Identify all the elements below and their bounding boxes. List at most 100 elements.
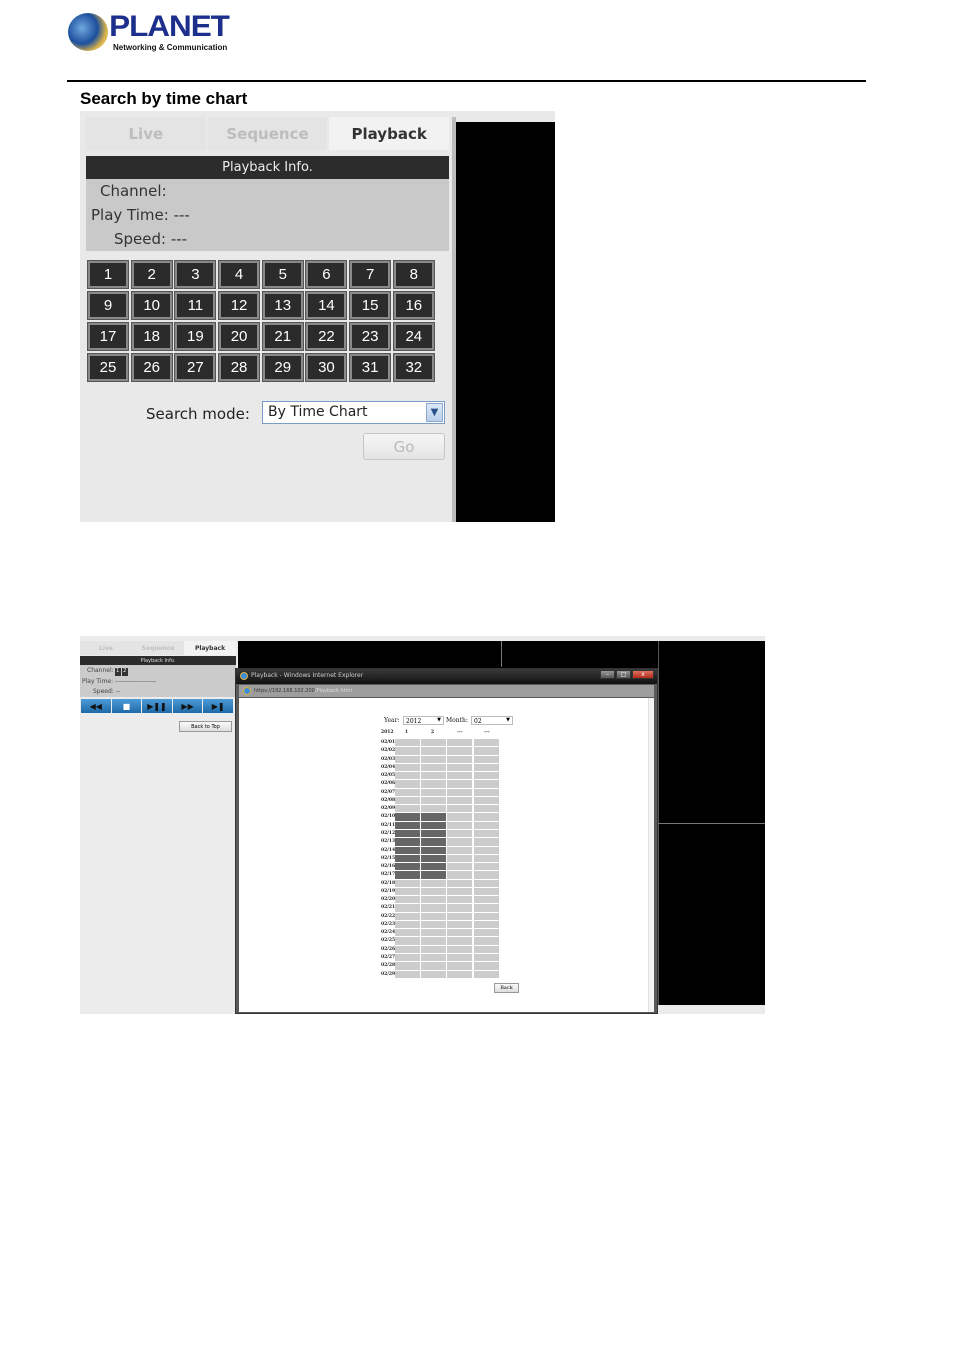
back-button[interactable]: Back xyxy=(494,983,519,993)
empty-cell[interactable] xyxy=(447,838,472,846)
empty-cell[interactable] xyxy=(447,763,472,772)
empty-cell[interactable] xyxy=(395,772,420,780)
empty-cell[interactable] xyxy=(395,805,420,813)
empty-cell[interactable] xyxy=(447,871,472,879)
empty-cell[interactable] xyxy=(421,796,446,805)
empty-cell[interactable] xyxy=(447,863,472,871)
channel-button[interactable]: 24 xyxy=(392,322,435,351)
empty-cell[interactable] xyxy=(474,805,499,813)
empty-cell[interactable] xyxy=(474,954,499,962)
empty-cell[interactable] xyxy=(474,937,499,945)
empty-cell[interactable] xyxy=(474,755,499,763)
empty-cell[interactable] xyxy=(421,788,446,796)
empty-cell[interactable] xyxy=(447,821,472,829)
empty-cell[interactable] xyxy=(474,920,499,929)
fast-forward-icon[interactable]: ▶▶ xyxy=(172,699,203,713)
empty-cell[interactable] xyxy=(474,747,499,755)
channel-button[interactable]: 17 xyxy=(87,322,129,351)
recorded-cell[interactable] xyxy=(421,871,446,879)
empty-cell[interactable] xyxy=(421,962,446,970)
empty-cell[interactable] xyxy=(395,887,420,896)
recorded-cell[interactable] xyxy=(395,829,420,838)
rewind-icon[interactable]: ◀◀ xyxy=(81,699,111,713)
empty-cell[interactable] xyxy=(447,846,472,854)
empty-cell[interactable] xyxy=(421,904,446,912)
channel-button[interactable]: 3 xyxy=(174,260,217,289)
empty-cell[interactable] xyxy=(474,879,499,887)
empty-cell[interactable] xyxy=(447,954,472,962)
empty-cell[interactable] xyxy=(447,747,472,755)
empty-cell[interactable] xyxy=(447,780,472,788)
empty-cell[interactable] xyxy=(421,772,446,780)
channel-button[interactable]: 15 xyxy=(349,291,392,320)
channel-button[interactable]: 10 xyxy=(130,291,173,320)
empty-cell[interactable] xyxy=(447,937,472,945)
empty-cell[interactable] xyxy=(474,739,499,747)
scrollbar[interactable] xyxy=(648,698,654,1012)
empty-cell[interactable] xyxy=(474,945,499,954)
empty-cell[interactable] xyxy=(447,904,472,912)
recorded-cell[interactable] xyxy=(395,846,420,854)
recorded-cell[interactable] xyxy=(421,829,446,838)
tab-sequence[interactable]: Sequence xyxy=(207,117,328,150)
close-icon[interactable]: x xyxy=(632,670,654,679)
channel-button[interactable]: 30 xyxy=(305,353,348,382)
minimize-icon[interactable]: – xyxy=(600,670,615,679)
maximize-icon[interactable]: □ xyxy=(616,670,631,679)
empty-cell[interactable] xyxy=(421,937,446,945)
empty-cell[interactable] xyxy=(447,912,472,920)
empty-cell[interactable] xyxy=(421,945,446,954)
empty-cell[interactable] xyxy=(447,788,472,796)
empty-cell[interactable] xyxy=(395,879,420,887)
go-button[interactable]: Go xyxy=(363,433,445,460)
tab-playback[interactable]: Playback xyxy=(184,641,236,655)
channel-button[interactable]: 19 xyxy=(174,322,217,351)
recorded-cell[interactable] xyxy=(421,813,446,821)
empty-cell[interactable] xyxy=(474,854,499,863)
empty-cell[interactable] xyxy=(395,788,420,796)
empty-cell[interactable] xyxy=(421,912,446,920)
empty-cell[interactable] xyxy=(447,929,472,937)
recorded-cell[interactable] xyxy=(421,821,446,829)
empty-cell[interactable] xyxy=(474,763,499,772)
empty-cell[interactable] xyxy=(447,772,472,780)
empty-cell[interactable] xyxy=(421,920,446,929)
channel-button[interactable]: 4 xyxy=(218,260,261,289)
empty-cell[interactable] xyxy=(421,763,446,772)
empty-cell[interactable] xyxy=(474,821,499,829)
empty-cell[interactable] xyxy=(395,912,420,920)
channel-button[interactable]: 31 xyxy=(349,353,392,382)
empty-cell[interactable] xyxy=(474,780,499,788)
back-to-top-button[interactable]: Back to Top xyxy=(179,721,232,732)
empty-cell[interactable] xyxy=(447,896,472,904)
channel-button[interactable]: 32 xyxy=(392,353,435,382)
empty-cell[interactable] xyxy=(395,937,420,945)
empty-cell[interactable] xyxy=(421,805,446,813)
recorded-cell[interactable] xyxy=(421,838,446,846)
empty-cell[interactable] xyxy=(395,796,420,805)
empty-cell[interactable] xyxy=(395,780,420,788)
channel-button[interactable]: 7 xyxy=(349,260,392,289)
channel-button[interactable]: 18 xyxy=(130,322,173,351)
empty-cell[interactable] xyxy=(474,772,499,780)
empty-cell[interactable] xyxy=(447,796,472,805)
channel-button[interactable]: 9 xyxy=(87,291,129,320)
empty-cell[interactable] xyxy=(474,863,499,871)
empty-cell[interactable] xyxy=(395,970,420,978)
empty-cell[interactable] xyxy=(447,739,472,747)
channel-button[interactable]: 14 xyxy=(305,291,348,320)
empty-cell[interactable] xyxy=(474,846,499,854)
empty-cell[interactable] xyxy=(447,920,472,929)
empty-cell[interactable] xyxy=(447,805,472,813)
empty-cell[interactable] xyxy=(395,896,420,904)
recorded-cell[interactable] xyxy=(395,813,420,821)
empty-cell[interactable] xyxy=(421,896,446,904)
stop-icon[interactable]: ■ xyxy=(111,699,142,713)
channel-button[interactable]: 16 xyxy=(392,291,435,320)
empty-cell[interactable] xyxy=(421,780,446,788)
channel-button[interactable]: 28 xyxy=(218,353,261,382)
play-pause-icon[interactable]: ▶❚❚ xyxy=(142,699,172,713)
empty-cell[interactable] xyxy=(474,788,499,796)
empty-cell[interactable] xyxy=(421,970,446,978)
empty-cell[interactable] xyxy=(447,854,472,863)
